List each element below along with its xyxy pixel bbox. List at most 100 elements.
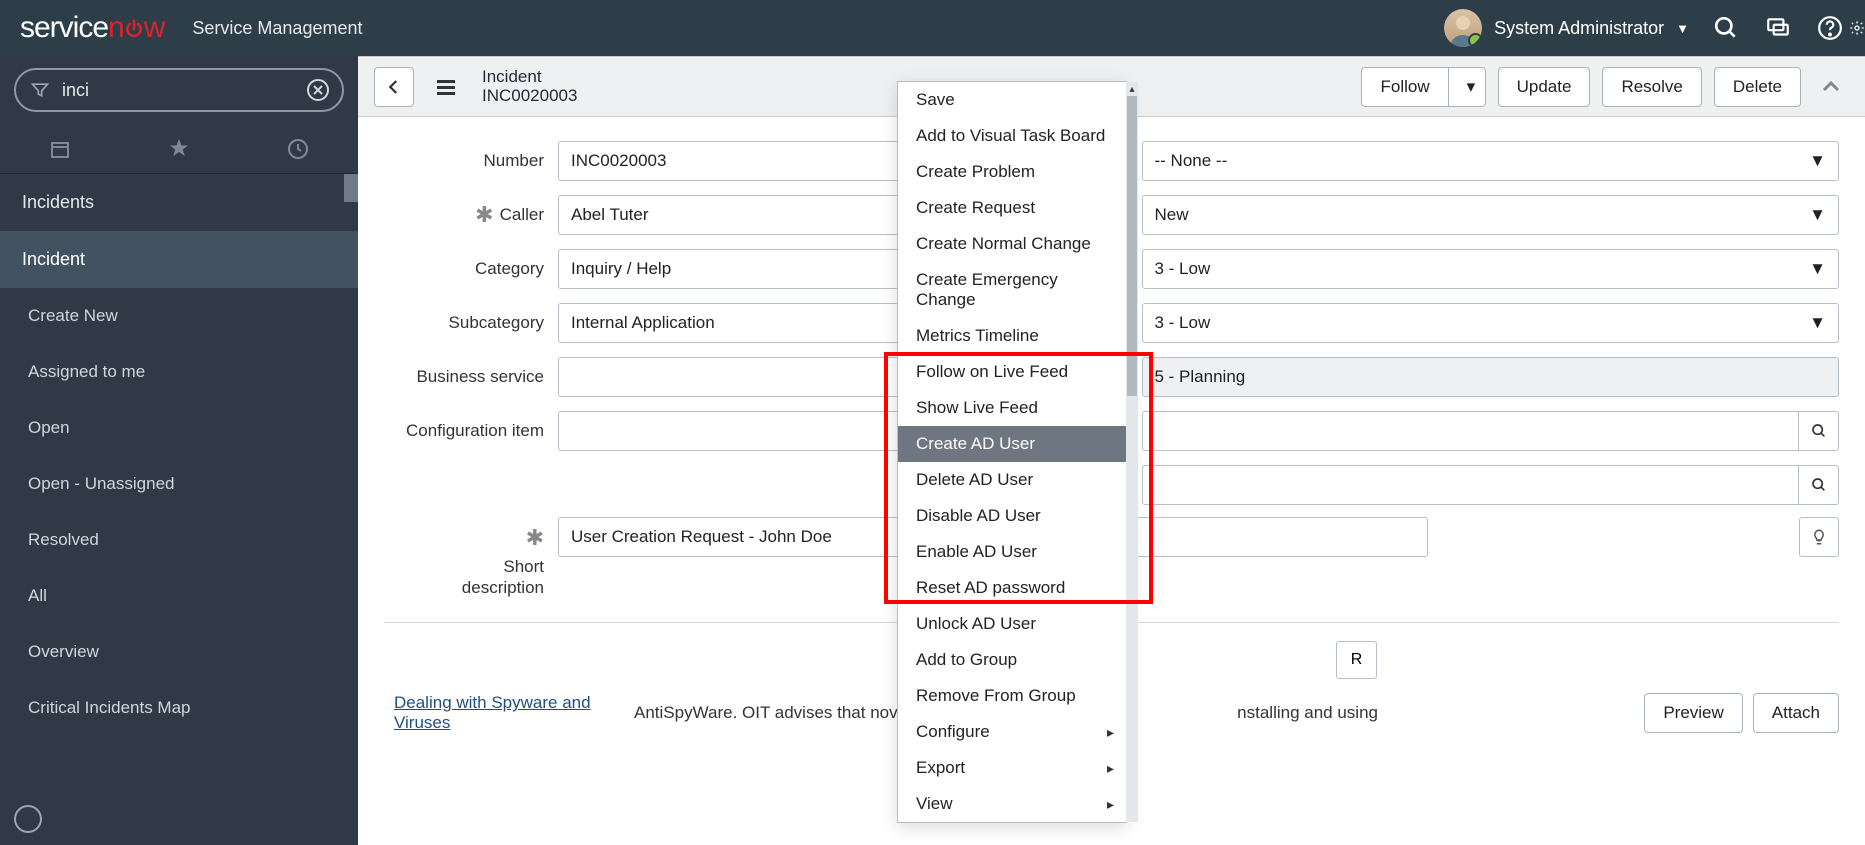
collapse-nav-icon[interactable] [14,805,42,833]
ctx-show-live-feed[interactable]: Show Live Feed [898,390,1126,426]
label-category: Category [384,259,544,279]
ctx-add-to-group[interactable]: Add to Group [898,642,1126,678]
form-title-number: INC0020003 [482,87,577,106]
select-r4[interactable]: 3 - Low▼ [1142,303,1840,343]
ctx-disable-ad-user[interactable]: Disable AD User [898,498,1126,534]
ctx-add-visual-task[interactable]: Add to Visual Task Board [898,118,1126,154]
follow-dropdown[interactable]: ▾ [1449,67,1486,107]
ctx-view[interactable]: View [898,786,1126,822]
label-caller-text: Caller [500,205,544,225]
select-r5-value: 5 - Planning [1155,367,1246,387]
ctx-create-problem[interactable]: Create Problem [898,154,1126,190]
nav-item-assigned[interactable]: Assigned to me [0,344,358,400]
follow-button[interactable]: Follow [1361,67,1448,107]
label-business-service: Business service [384,367,544,387]
mandatory-icon: ✱ [526,525,544,551]
form-title: Incident INC0020003 [482,68,577,105]
preview-button[interactable]: Preview [1644,693,1742,733]
nav-item-all[interactable]: All [0,568,358,624]
field-r2: New ▼ [1142,195,1840,235]
ctx-scrollbar[interactable]: ▴ [1126,82,1138,822]
clear-icon[interactable] [306,78,330,102]
nav-tab-apps[interactable] [0,124,119,173]
related-link[interactable]: Dealing with Spyware and Viruses [394,693,594,733]
select-r2-value: New [1155,205,1189,225]
chevron-down-icon: ▼ [1809,151,1826,171]
settings-icon[interactable] [1849,0,1865,56]
ctx-create-ad-user[interactable]: Create AD User [898,426,1126,462]
select-r1[interactable]: -- None -- ▼ [1142,141,1840,181]
help-icon[interactable] [1815,13,1845,43]
ctx-follow-live-feed[interactable]: Follow on Live Feed [898,354,1126,390]
back-button[interactable] [374,67,414,107]
ctx-configure[interactable]: Configure [898,714,1126,750]
ctx-scroll-thumb[interactable] [1127,96,1137,396]
ctx-create-normal-change[interactable]: Create Normal Change [898,226,1126,262]
select-r5[interactable]: 5 - Planning [1142,357,1840,397]
nav-item-open-unassigned[interactable]: Open - Unassigned [0,456,358,512]
nav-tab-favorites[interactable] [119,124,238,173]
nav-item-incidents[interactable]: Incidents [0,174,358,231]
ctx-unlock-ad-user[interactable]: Unlock AD User [898,606,1126,642]
input-r6[interactable] [1142,411,1800,451]
context-menu: Save Add to Visual Task Board Create Pro… [897,81,1127,823]
select-r2[interactable]: New ▼ [1142,195,1840,235]
nav-tab-history[interactable] [239,124,358,173]
update-button[interactable]: Update [1498,67,1591,107]
search-icon[interactable] [1711,13,1741,43]
ctx-delete-ad-user[interactable]: Delete AD User [898,462,1126,498]
chat-icon[interactable] [1763,13,1793,43]
lookup-r7-icon[interactable] [1799,465,1839,505]
ctx-create-request[interactable]: Create Request [898,190,1126,226]
ctx-scroll-up-icon[interactable]: ▴ [1126,82,1138,96]
global-header: servicenw Service Management System Admi… [0,0,1865,56]
nav-item-critical-map[interactable]: Critical Incidents Map [0,680,358,736]
input-r7[interactable] [1142,465,1800,505]
select-r1-value: -- None -- [1155,151,1228,171]
select-subcategory-value: Internal Application [571,313,715,333]
ctx-metrics-timeline[interactable]: Metrics Timeline [898,318,1126,354]
chevron-down-icon: ▼ [1809,205,1826,225]
nav-scroll-thumb[interactable] [344,174,358,202]
resolve-button[interactable]: Resolve [1602,67,1701,107]
caret-down-icon: ▼ [1676,21,1689,36]
ctx-save[interactable]: Save [898,82,1126,118]
ctx-remove-from-group[interactable]: Remove From Group [898,678,1126,714]
mandatory-icon: ✱ [475,202,493,228]
filter-icon[interactable] [30,80,50,100]
select-r3[interactable]: 3 - Low▼ [1142,249,1840,289]
select-r4-value: 3 - Low [1155,313,1211,333]
form-title-label: Incident [482,68,577,87]
ctx-enable-ad-user[interactable]: Enable AD User [898,534,1126,570]
label-caller: ✱ Caller [384,202,544,228]
ctx-export[interactable]: Export [898,750,1126,786]
label-number: Number [384,151,544,171]
related-search-button[interactable]: R [1336,641,1378,679]
field-r3: 3 - Low▼ [1142,249,1840,289]
menu-button[interactable] [426,67,466,107]
nav-filter-input[interactable] [62,80,294,101]
nav-item-overview[interactable]: Overview [0,624,358,680]
servicenow-logo: servicenw [20,11,164,45]
field-r4: 3 - Low▼ [1142,303,1840,343]
scroll-top-icon[interactable] [1813,75,1849,99]
user-menu[interactable]: System Administrator ▼ [1444,9,1689,47]
label-config-item: Configuration item [384,421,544,441]
nav-item-resolved[interactable]: Resolved [0,512,358,568]
nav-tabs [0,124,358,174]
nav-item-incident[interactable]: Incident [0,231,358,288]
avatar [1444,9,1482,47]
nav-item-create-new[interactable]: Create New [0,288,358,344]
nav-item-open[interactable]: Open [0,400,358,456]
delete-button[interactable]: Delete [1714,67,1801,107]
left-nav: Incidents Incident Create New Assigned t… [0,56,358,845]
lookup-r6-icon[interactable] [1799,411,1839,451]
nav-scroll: Incidents Incident Create New Assigned t… [0,174,358,845]
ctx-create-emergency-change[interactable]: Create Emergency Change [898,262,1126,318]
attach-button[interactable]: Attach [1753,693,1839,733]
form-right-column: -- None -- ▼ New ▼ 3 - Low▼ 3 - Low▼ 5 - P… [1142,141,1840,505]
suggestion-icon[interactable] [1799,517,1839,557]
logo-text-accent: nw [108,11,164,44]
select-category-value: Inquiry / Help [571,259,671,279]
ctx-reset-ad-password[interactable]: Reset AD password [898,570,1126,606]
